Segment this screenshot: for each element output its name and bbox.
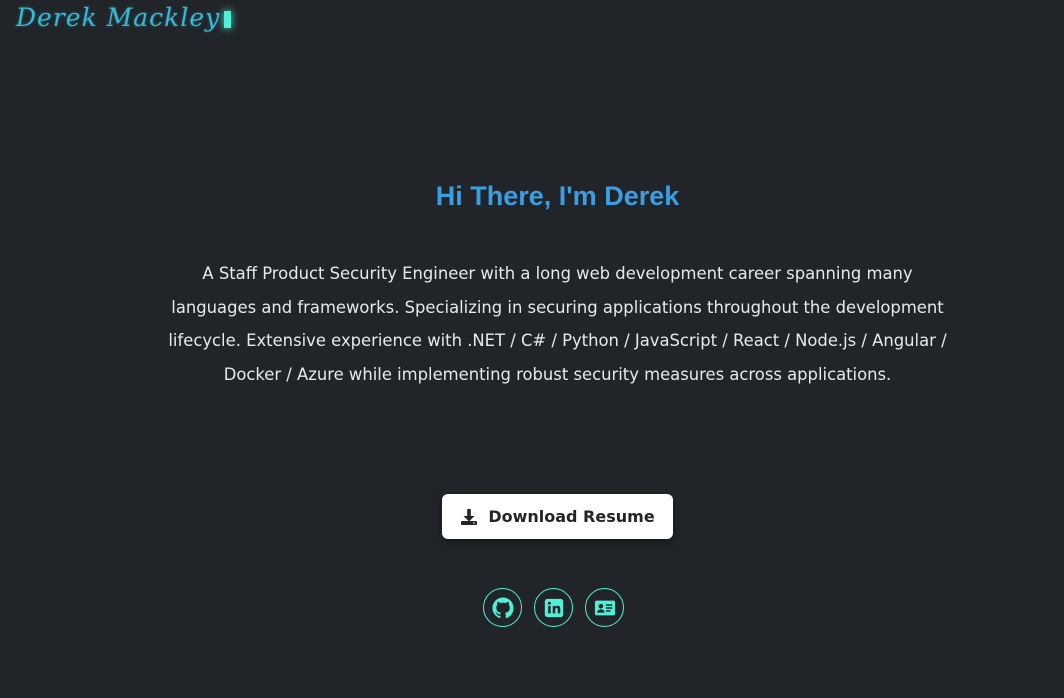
hero-description: A Staff Product Security Engineer with a… — [168, 264, 947, 384]
page: Derek Mackley Hi There, I'm Derek A Staf… — [0, 0, 1064, 698]
id-card-icon — [594, 599, 616, 617]
github-icon — [491, 596, 514, 619]
contact-card-link[interactable] — [585, 588, 624, 627]
site-logo[interactable]: Derek Mackley — [16, 0, 232, 44]
linkedin-link[interactable] — [534, 588, 573, 627]
blinking-cursor — [224, 11, 232, 28]
hero-title: Hi There, I'm Derek — [435, 181, 680, 211]
download-resume-button[interactable]: Download Resume — [442, 494, 673, 539]
download-icon — [460, 508, 478, 526]
linkedin-icon — [544, 598, 564, 618]
social-links — [483, 588, 624, 627]
logo-signature: Derek Mackley — [16, 3, 221, 32]
download-resume-label: Download Resume — [488, 507, 655, 526]
github-link[interactable] — [483, 588, 522, 627]
